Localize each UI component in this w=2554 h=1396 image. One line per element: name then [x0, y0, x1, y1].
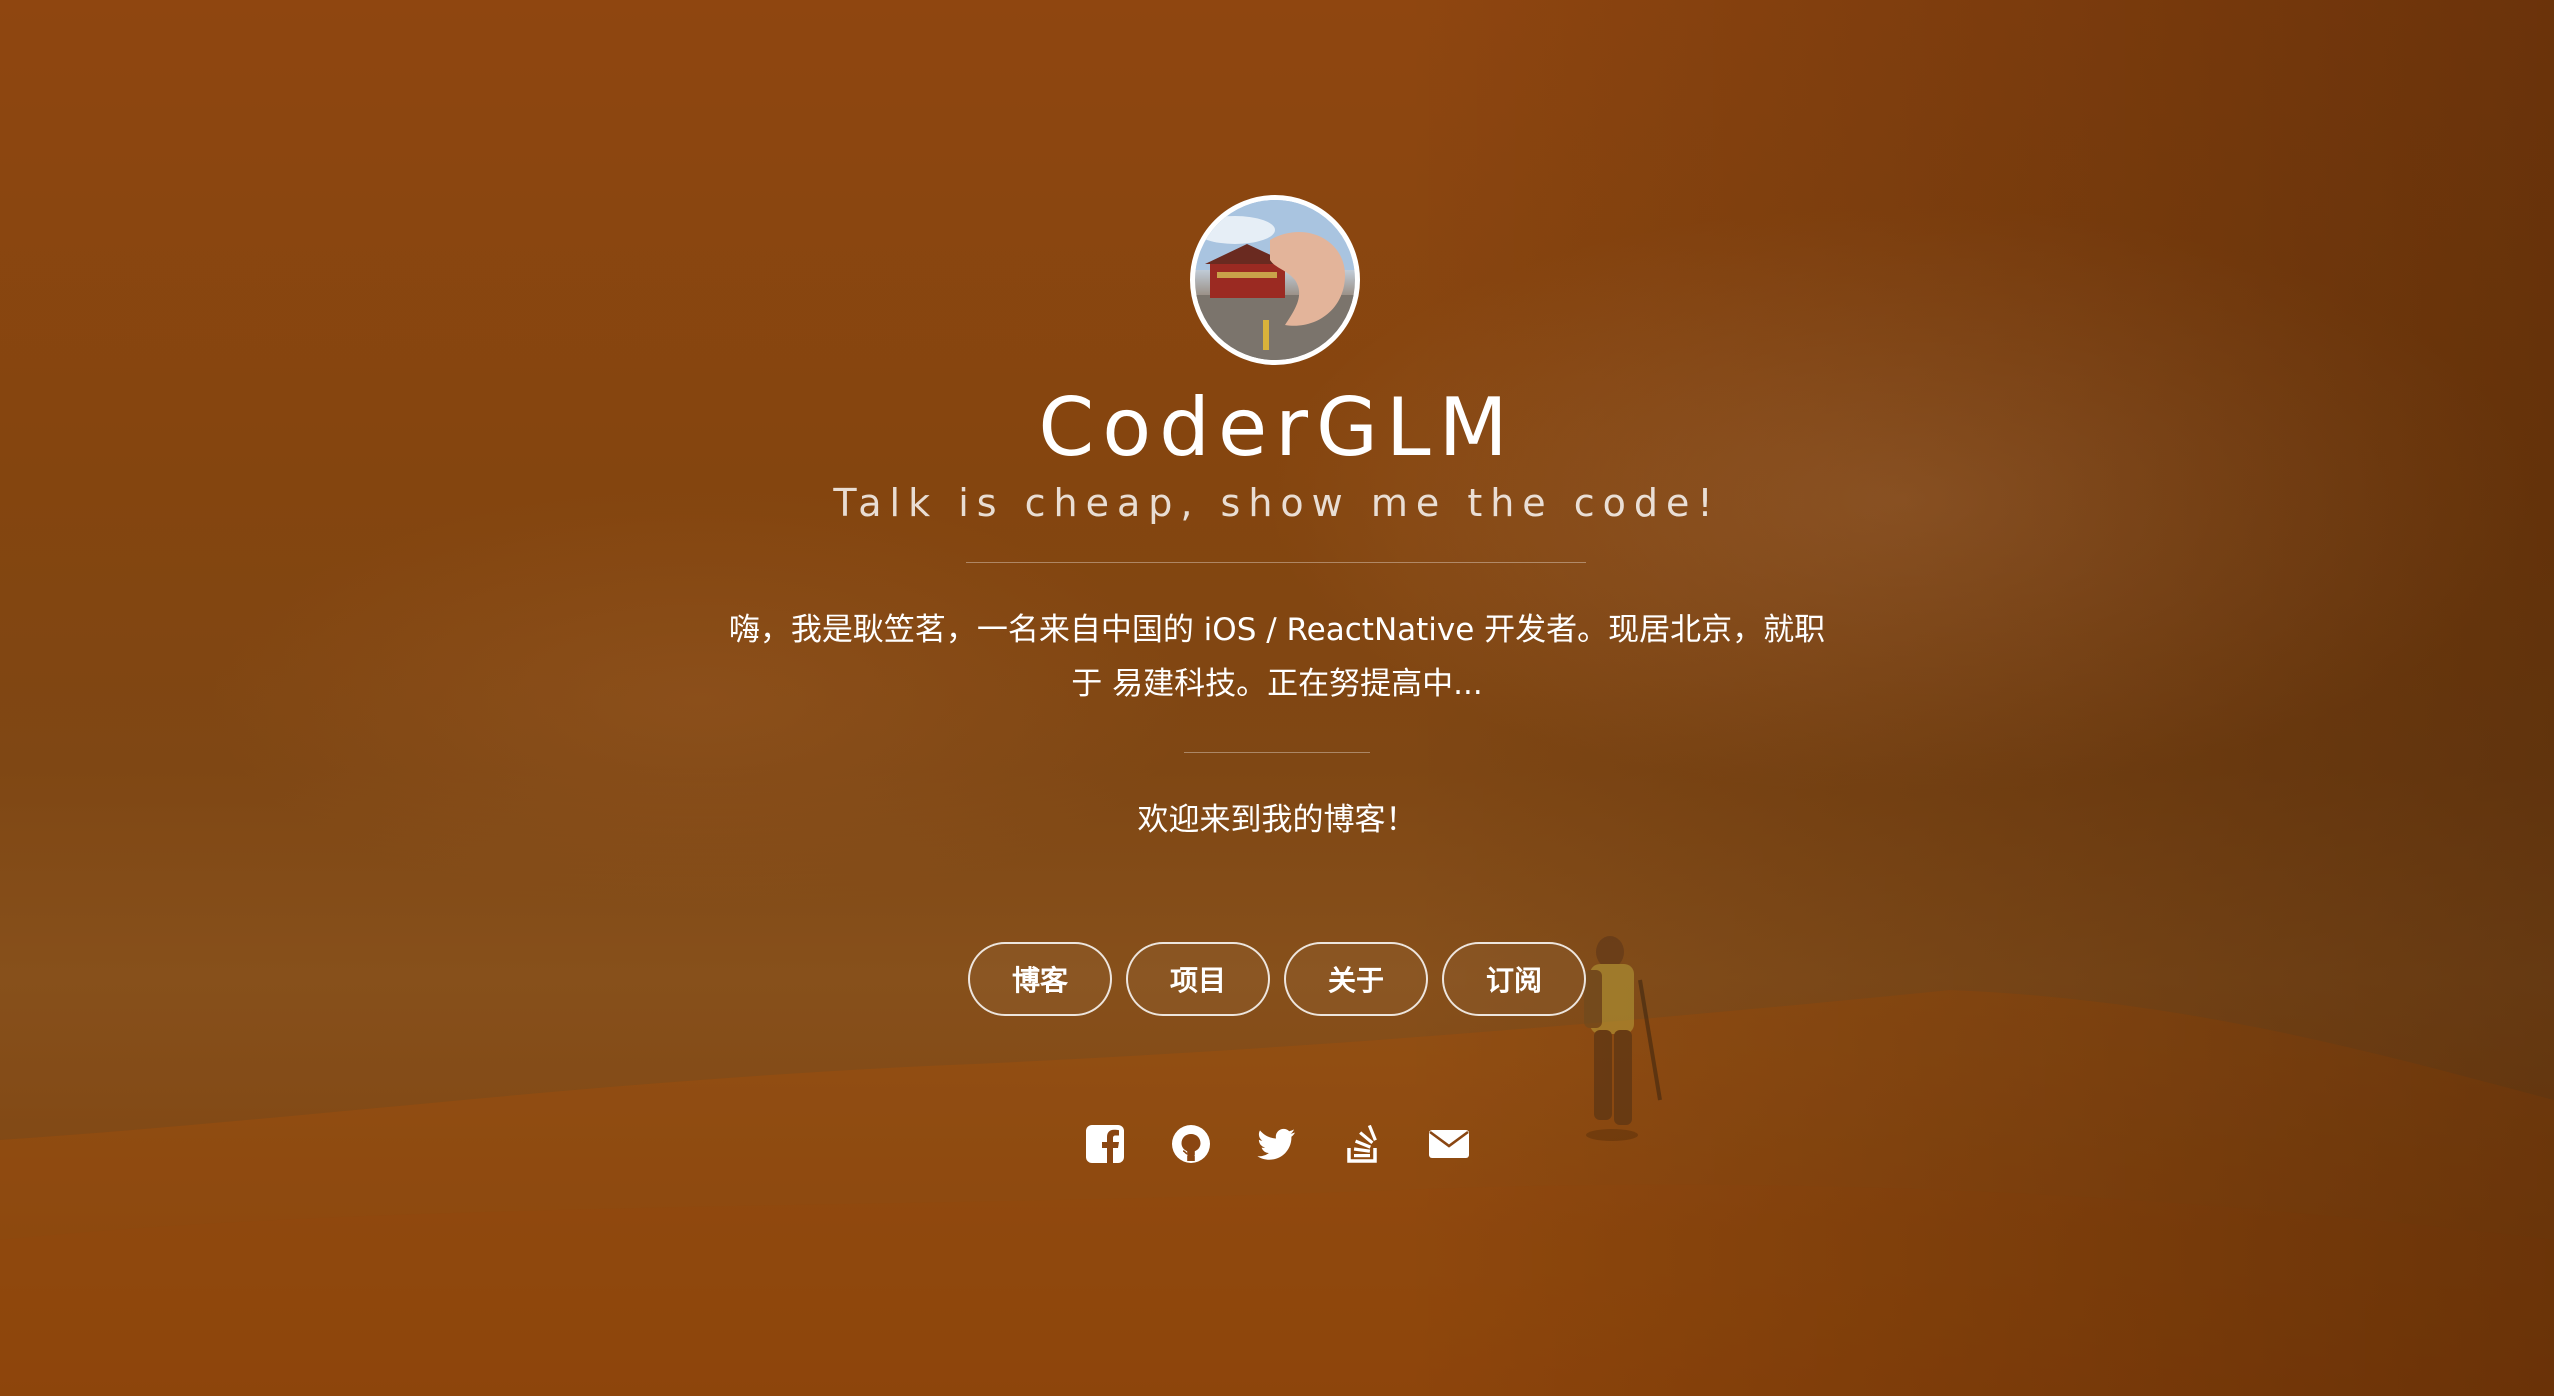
nav-about-button[interactable]: 关于 [1284, 942, 1428, 1016]
stackoverflow-icon[interactable] [1341, 1122, 1385, 1166]
hero: CoderGLM Talk is cheap, show me the code… [0, 0, 2554, 1396]
facebook-icon[interactable] [1083, 1122, 1127, 1166]
nav-subscribe-button[interactable]: 订阅 [1442, 942, 1586, 1016]
github-icon[interactable] [1169, 1122, 1213, 1166]
main-nav: 博客 项目 关于 订阅 [0, 942, 2554, 1016]
site-tagline: Talk is cheap, show me the code! [833, 481, 1721, 525]
nav-blog-button[interactable]: 博客 [968, 942, 1112, 1016]
avatar [1190, 195, 1360, 365]
email-icon[interactable] [1427, 1122, 1471, 1166]
twitter-icon[interactable] [1255, 1122, 1299, 1166]
nav-projects-button[interactable]: 项目 [1126, 942, 1270, 1016]
social-links [0, 1122, 2554, 1166]
divider [966, 562, 1586, 563]
welcome-text: 欢迎来到我的博客！ [1137, 802, 1417, 838]
avatar-photo [1195, 200, 1355, 360]
divider [1184, 752, 1370, 753]
intro-text: 嗨，我是耿笠茗，一名来自中国的 iOS / ReactNative 开发者。现居… [728, 612, 1826, 702]
site-title: CoderGLM [1038, 381, 1516, 474]
